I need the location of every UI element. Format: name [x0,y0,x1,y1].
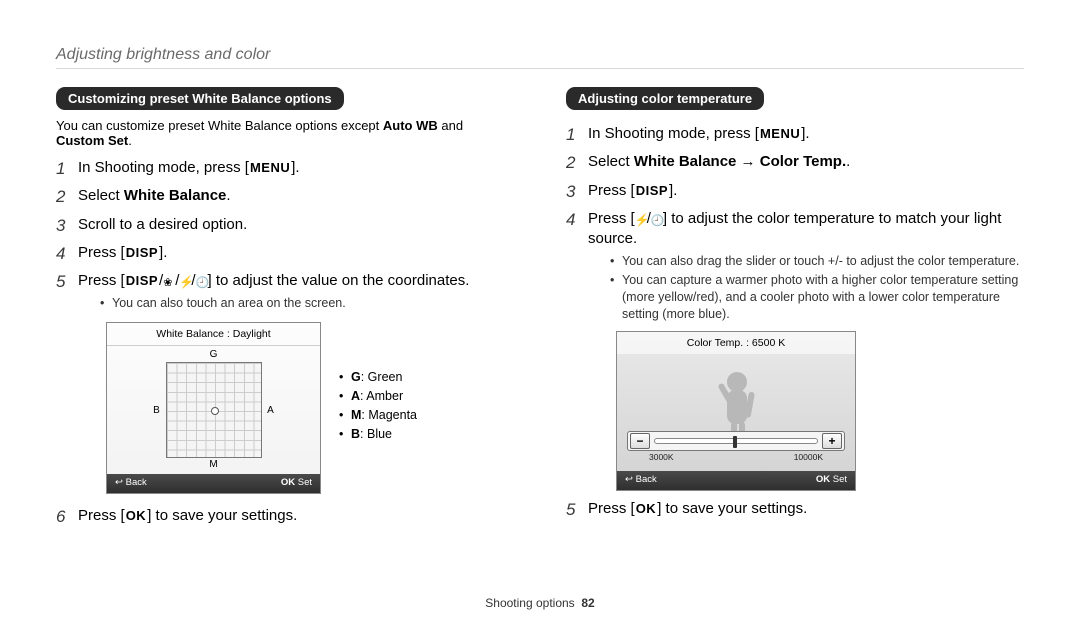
step-4: Press [DISP]. [56,243,514,263]
axis-label-right: A [266,404,276,418]
legend-g: G: Green [339,369,417,386]
softkey-set: OK Set [816,474,847,487]
step-3: Press [DISP]. [566,181,1024,201]
step-2: Select White Balance → Color Temp.. [566,152,1024,172]
disp-key-icon: DISP [125,244,159,262]
axis-label-top: G [210,350,218,360]
wb-grid-area: B G M A [107,346,320,474]
page-section-title: Adjusting brightness and color [56,46,1024,64]
color-temp-slider: − + 3000K 10000K [627,431,845,463]
step-4-notes: You can also drag the slider or touch +/… [610,253,1024,323]
disp-key-icon: DISP [125,272,159,290]
disp-key-icon: DISP [635,182,669,200]
scale-min: 3000K [649,452,674,463]
step-6: Press [OK] to save your settings. [56,506,514,526]
slider-scale: 3000K 10000K [627,451,845,463]
screenshot-softkeys: ↩ Back OK Set [617,471,855,490]
step-1: In Shooting mode, press [MENU]. [566,124,1024,144]
white-balance-screenshot: White Balance : Daylight B G M A [106,322,321,494]
scale-max: 10000K [794,452,823,463]
color-temp-screenshot: Color Temp. : 6500 K [616,331,856,491]
slider-handle [733,436,737,448]
screenshot-title: White Balance : Daylight [107,323,320,346]
slider-track [654,438,818,444]
screenshot-row: White Balance : Daylight B G M A [78,314,514,498]
steps-list: In Shooting mode, press [MENU]. Select W… [566,124,1024,519]
manual-page: Adjusting brightness and color Customizi… [0,0,1080,630]
menu-key-icon: MENU [759,125,801,143]
axis-label-bottom: M [209,460,217,470]
ok-key-icon: OK [635,500,658,518]
step-4-note-2: You can capture a warmer photo with a hi… [610,272,1024,323]
macro-icon [163,272,175,284]
page-number: 82 [581,596,594,610]
softkey-back: ↩ Back [115,477,147,490]
step-5: Press [OK] to save your settings. [566,499,1024,519]
axis-label-left: B [152,404,162,418]
step-2: Select White Balance. [56,186,514,206]
back-arrow-icon: ↩ [115,477,123,488]
ok-key-icon: OK [816,474,830,485]
menu-key-icon: MENU [249,159,291,177]
ok-key-icon: OK [281,477,295,488]
slider-minus-button: − [630,433,650,449]
ok-key-icon: OK [125,507,148,525]
softkey-set: OK Set [281,477,312,490]
wb-grid [166,362,262,458]
step-4: Press [/] to adjust the color temperatur… [566,209,1024,491]
step-4-note-1: You can also drag the slider or touch +/… [610,253,1024,270]
page-footer: Shooting options 82 [56,596,1024,610]
flash-icon [179,272,191,284]
intro-paragraph: You can customize preset White Balance o… [56,118,514,148]
grid-legend: G: Green A: Amber M: Magenta B: Blue [339,367,417,445]
timer-icon [651,210,663,222]
screenshot-title: Color Temp. : 6500 K [617,332,855,354]
legend-a: A: Amber [339,388,417,405]
right-column: Adjusting color temperature In Shooting … [566,87,1024,592]
flash-icon [635,210,647,222]
left-column: Customizing preset White Balance options… [56,87,514,592]
step-5: Press [DISP///] to adjust the value on t… [56,271,514,498]
slider-plus-button: + [822,433,842,449]
footer-section: Shooting options [485,596,574,610]
back-arrow-icon: ↩ [625,474,633,485]
step-5-note-1: You can also touch an area on the screen… [100,295,514,312]
arrow-icon: → [736,153,759,170]
section-heading-pill: Adjusting color temperature [566,87,764,110]
softkey-back: ↩ Back [625,474,657,487]
steps-list: In Shooting mode, press [MENU]. Select W… [56,158,514,526]
screenshot-softkeys: ↩ Back OK Set [107,474,320,493]
section-heading-pill: Customizing preset White Balance options [56,87,344,110]
legend-m: M: Magenta [339,407,417,424]
step-1: In Shooting mode, press [MENU]. [56,158,514,178]
legend-b: B: Blue [339,426,417,443]
two-column-layout: Customizing preset White Balance options… [56,87,1024,592]
step-5-notes: You can also touch an area on the screen… [100,295,514,312]
header-rule [56,68,1024,69]
step-3: Scroll to a desired option. [56,215,514,235]
timer-icon [196,272,208,284]
